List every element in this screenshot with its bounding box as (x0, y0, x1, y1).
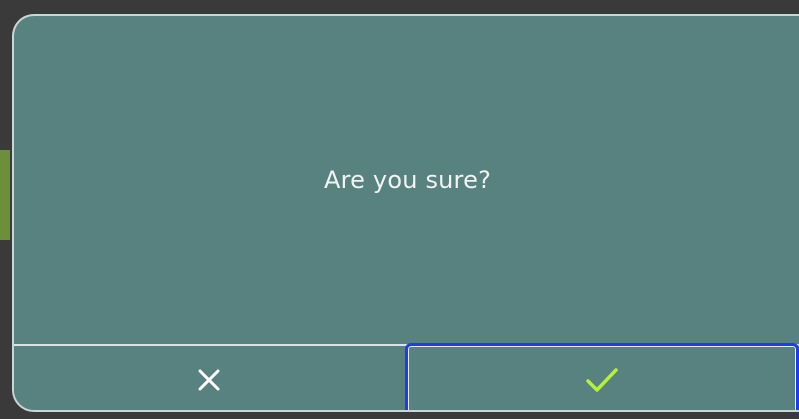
confirm-button[interactable] (405, 343, 799, 410)
screen: Are you sure? (0, 0, 799, 419)
background-accent-strip (0, 150, 10, 240)
dialog-message: Are you sure? (323, 166, 492, 194)
confirmation-dialog: Are you sure? (12, 14, 799, 412)
check-icon (585, 366, 619, 394)
close-icon (198, 369, 220, 391)
cancel-button[interactable] (14, 346, 404, 410)
